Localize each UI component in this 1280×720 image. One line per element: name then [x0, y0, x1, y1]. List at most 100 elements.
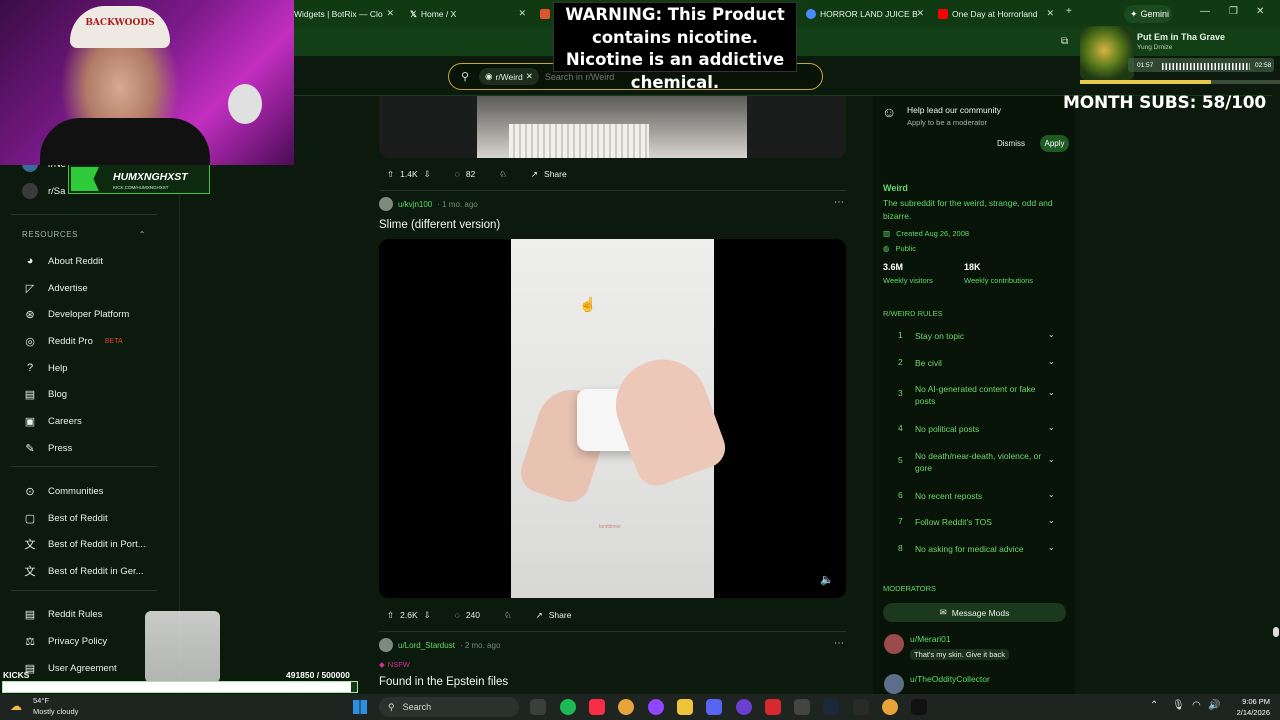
minimize-icon[interactable]: — — [1200, 6, 1210, 17]
weather-widget[interactable]: 54°F Mostly cloudy — [33, 695, 78, 717]
music-app-icon[interactable] — [589, 699, 605, 715]
taskbar-search[interactable]: ⚲ Search — [379, 697, 519, 717]
moderator-row[interactable]: u/TheOddityCollector — [884, 674, 990, 694]
moderator-row[interactable]: u/Merari01 That's my skin. Give it back — [884, 634, 1010, 662]
twitch-icon[interactable] — [648, 699, 664, 715]
post-title[interactable]: Found in the Epstein files — [379, 676, 508, 688]
task-view-icon[interactable] — [530, 699, 546, 715]
rule-item[interactable]: 2 Be civil ⌄ — [883, 357, 1058, 369]
chevron-down-icon[interactable]: ⌄ — [1048, 330, 1058, 342]
post-author[interactable]: u/kvjn100 — [398, 200, 432, 209]
rule-item[interactable]: 5 No death/near-death, violence, or gore… — [883, 450, 1058, 474]
sidebar-item-reddit-pro[interactable]: ◎ Reddit Pro BETA — [22, 331, 122, 351]
page-scrollbar[interactable] — [1272, 56, 1280, 694]
chrome-active-icon[interactable] — [882, 699, 898, 715]
rule-item[interactable]: 7 Follow Reddit's TOS ⌄ — [883, 516, 1058, 528]
sidebar-item-best-of-reddit[interactable]: ▢ Best of Reddit — [22, 508, 108, 528]
microphone-icon[interactable]: 🎙 — [1172, 700, 1185, 711]
gemini-button[interactable]: ✦ Gemini — [1124, 5, 1172, 23]
post-title[interactable]: Slime (different version) — [379, 219, 500, 231]
tab-active-partial[interactable] — [540, 4, 552, 24]
post-author[interactable]: u/Lord_Stardust — [398, 641, 455, 650]
sidebar-item-about-reddit[interactable]: ◕ About Reddit — [22, 251, 103, 271]
cast-icon[interactable]: ⧉ — [1061, 36, 1068, 47]
vote-control[interactable]: ⇧ 1.4K ⇩ — [379, 163, 439, 185]
chevron-down-icon[interactable]: ⌄ — [1048, 357, 1058, 369]
close-tab-icon[interactable]: ✕ — [916, 8, 924, 19]
sidebar-item-user-agreement[interactable]: ▤ User Agreement — [22, 658, 117, 678]
steam-icon[interactable] — [823, 699, 839, 715]
wifi-icon[interactable]: ◠ — [1192, 700, 1201, 711]
spotify-icon[interactable] — [560, 699, 576, 715]
moderator-name[interactable]: u/Merari01 — [910, 634, 1009, 644]
windows-start-icon[interactable] — [353, 700, 367, 714]
share-button[interactable]: ↗ Share — [523, 163, 575, 185]
post-image-previous[interactable] — [379, 96, 846, 158]
post-video[interactable]: tomblimer 🔈 — [379, 239, 846, 598]
chevron-down-icon[interactable]: ⌄ — [1048, 543, 1058, 555]
sidebar-item-careers[interactable]: ▣ Careers — [22, 411, 82, 431]
apply-button[interactable]: Apply — [1040, 135, 1069, 152]
more-options-icon[interactable]: ⋯ — [834, 197, 844, 208]
obs-icon[interactable] — [736, 699, 752, 715]
scrollbar-thumb[interactable] — [1273, 627, 1279, 637]
app-settings-icon[interactable] — [794, 699, 810, 715]
downvote-icon[interactable]: ⇩ — [424, 169, 431, 180]
sidebar-item-press[interactable]: ✎ Press — [22, 438, 72, 458]
upvote-icon[interactable]: ⇧ — [387, 169, 394, 180]
vote-control[interactable]: ⇧ 2.6K ⇩ — [379, 604, 439, 626]
resources-header[interactable]: RESOURCES ⌃ — [22, 230, 146, 239]
avatar[interactable] — [379, 638, 393, 652]
rule-item[interactable]: 4 No political posts ⌄ — [883, 423, 1058, 435]
rule-item[interactable]: 1 Stay on topic ⌄ — [883, 330, 1058, 342]
sidebar-item-blog[interactable]: ▤ Blog — [22, 384, 67, 404]
chevron-down-icon[interactable]: ⌄ — [1048, 490, 1058, 502]
tab-botrix[interactable]: Widgets | BotRix — Clo ✕ — [294, 4, 394, 24]
sidebar-item-help[interactable]: ? Help — [22, 358, 68, 378]
tab-one-day-horrorland[interactable]: One Day at Horrorland ✕ — [938, 4, 1054, 24]
sidebar-item-advertise[interactable]: ◸ Advertise — [22, 278, 88, 298]
award-button[interactable]: ♘ — [496, 604, 520, 626]
sidebar-item-communities[interactable]: ⊙ Communities — [22, 481, 103, 501]
new-tab-icon[interactable]: + — [1066, 6, 1072, 17]
subreddit-scope-chip[interactable]: ◉ r/Weird ✕ — [479, 68, 539, 85]
award-button[interactable]: ♘ — [491, 163, 515, 185]
close-tab-icon[interactable]: ✕ — [386, 8, 394, 19]
message-mods-button[interactable]: ✉ Message Mods — [883, 603, 1066, 622]
chrome-icon[interactable] — [618, 699, 634, 715]
chevron-down-icon[interactable]: ⌄ — [1048, 383, 1058, 407]
maximize-icon[interactable]: ❐ — [1229, 6, 1238, 17]
close-window-icon[interactable]: ✕ — [1256, 6, 1264, 17]
more-options-icon[interactable]: ⋯ — [834, 638, 844, 649]
sidebar-community-partial-2[interactable]: r/Sa — [22, 181, 65, 201]
file-explorer-icon[interactable] — [677, 699, 693, 715]
upvote-icon[interactable]: ⇧ — [387, 610, 394, 621]
rule-item[interactable]: 3 No AI-generated content or fake posts … — [883, 383, 1058, 407]
close-tab-icon[interactable]: ✕ — [518, 8, 526, 19]
weather-icon[interactable]: ☁ — [10, 699, 22, 713]
rule-item[interactable]: 8 No asking for medical advice ⌄ — [883, 543, 1058, 555]
tab-horror-land-juice[interactable]: HORROR LAND JUICE B ✕ — [806, 4, 924, 24]
app-dark-icon[interactable] — [853, 699, 869, 715]
tray-chevron-icon[interactable]: ⌃ — [1150, 700, 1158, 711]
moderator-name[interactable]: u/TheOddityCollector — [910, 674, 990, 694]
sidebar-item-reddit-rules[interactable]: ▤ Reddit Rules — [22, 604, 103, 624]
volume-icon[interactable]: 🔈 — [820, 573, 834, 586]
sidebar-item-best-portuguese[interactable]: 文 Best of Reddit in Port... — [22, 534, 146, 554]
discord-icon[interactable] — [706, 699, 722, 715]
dismiss-button[interactable]: Dismiss — [994, 135, 1028, 152]
comments-button[interactable]: ◌ 240 — [447, 604, 488, 626]
sidebar-item-privacy-policy[interactable]: ⚖ Privacy Policy — [22, 631, 107, 651]
speaker-icon[interactable]: 🔊 — [1208, 700, 1220, 711]
rule-item[interactable]: 6 No recent reposts ⌄ — [883, 490, 1058, 502]
sidebar-item-developer-platform[interactable]: ⊛ Developer Platform — [22, 304, 129, 324]
downvote-icon[interactable]: ⇩ — [424, 610, 431, 621]
sidebar-item-best-german[interactable]: 文 Best of Reddit in Ger... — [22, 561, 144, 581]
share-button[interactable]: ↗ Share — [528, 604, 580, 626]
close-tab-icon[interactable]: ✕ — [1046, 8, 1054, 19]
app-black-icon[interactable] — [911, 699, 927, 715]
chip-close-icon[interactable]: ✕ — [526, 71, 533, 82]
comments-button[interactable]: ◌ 82 — [447, 163, 484, 185]
avatar[interactable] — [379, 197, 393, 211]
chevron-down-icon[interactable]: ⌄ — [1048, 516, 1058, 528]
